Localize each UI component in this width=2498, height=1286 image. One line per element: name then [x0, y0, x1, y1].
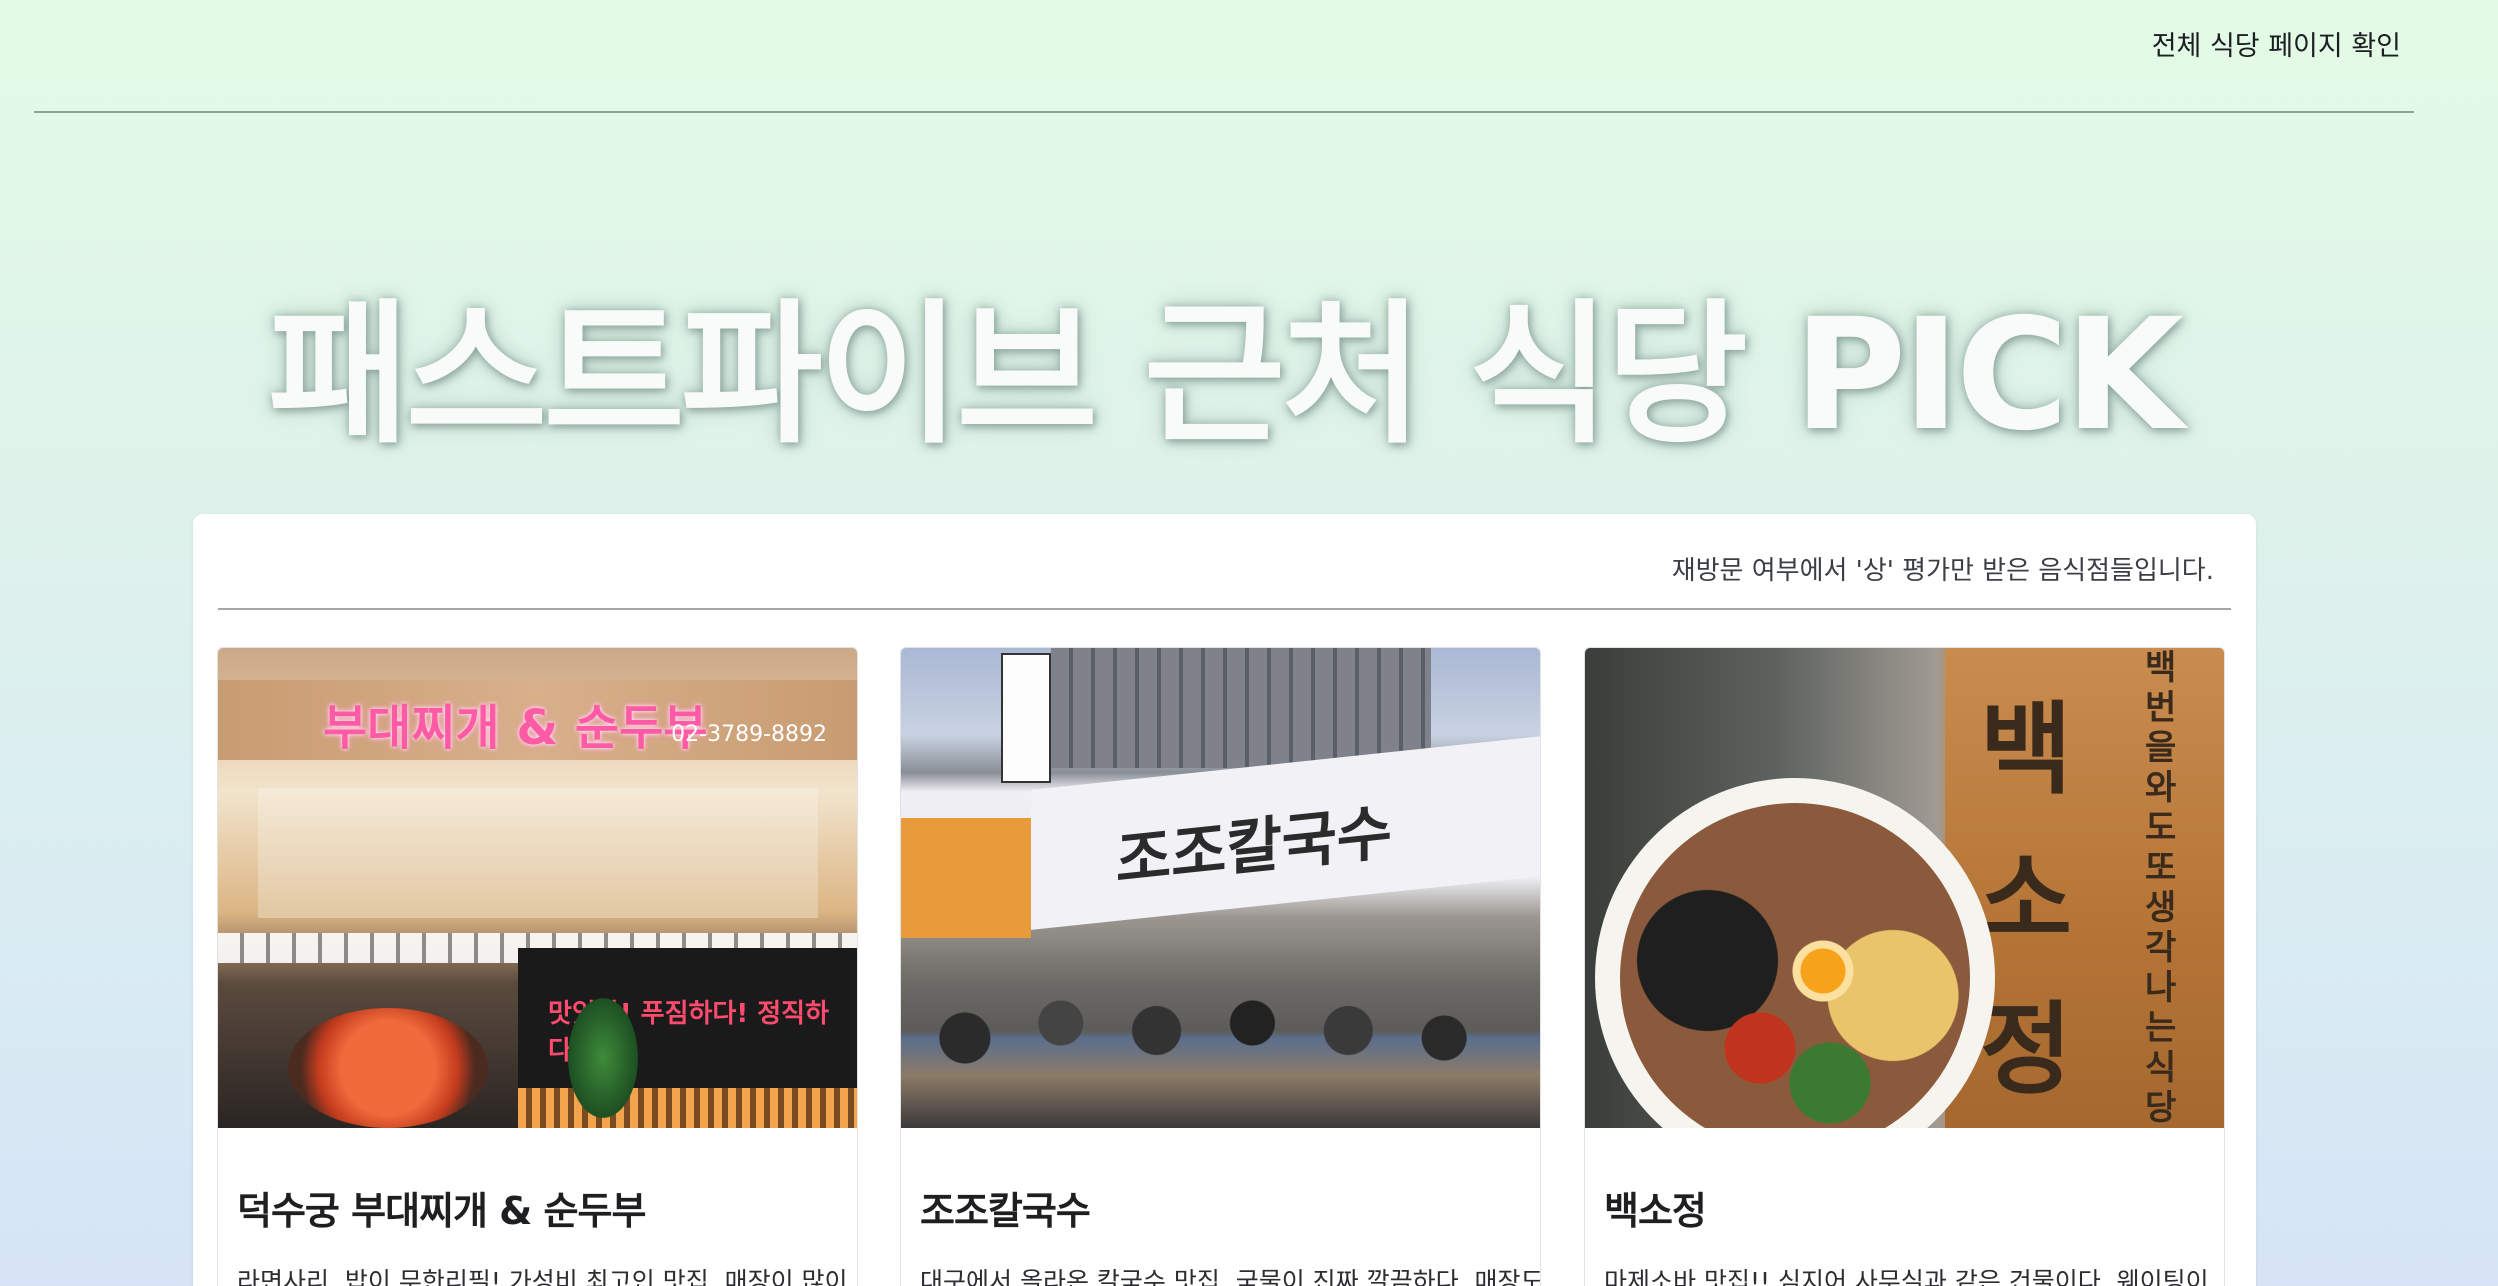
top-navigation: 전체 식당 페이지 확인 — [34, 0, 2414, 113]
all-restaurants-link[interactable]: 전체 식당 페이지 확인 — [2152, 24, 2401, 63]
restaurant-photo: 부대찌개 & 순두부 02-3789-8892 맛있다! 푸짐하다! 정직하다! — [218, 648, 857, 1128]
photo-shelf — [258, 788, 818, 918]
photo-sign-text: 부대찌개 & 순두부 — [323, 700, 708, 756]
photo-plant — [568, 998, 638, 1118]
hero-title: 패스트파이브 근처 식당 PICK — [267, 286, 2184, 465]
restaurant-panel: 재방문 여부에서 '상' 평가만 받은 음식점들입니다. 부대찌개 & 순두부 … — [193, 514, 2256, 1286]
restaurant-photo: 백 소 정 백번을와도또생각나는식당 — [1585, 648, 2224, 1128]
restaurant-card-baeksojeong[interactable]: 백 소 정 백번을와도또생각나는식당 백소정 마제소바 맛집!! 심지어 사무실… — [1584, 647, 2225, 1286]
photo-sign-tower — [1001, 653, 1051, 783]
photo-phone-text: 02-3789-8892 — [671, 722, 827, 747]
card-description: 대구에서 올라온 칼국수 맛집. 국물이 진짜 깔끔하다. 매장도 — [920, 1267, 1540, 1286]
panel-subtitle: 재방문 여부에서 '상' 평가만 받은 음식점들입니다. — [1671, 556, 2214, 586]
restaurant-card-deoksugung[interactable]: 부대찌개 & 순두부 02-3789-8892 맛있다! 푸짐하다! 정직하다!… — [217, 647, 858, 1286]
panel-divider — [218, 608, 2231, 610]
photo-stew-pot — [288, 1008, 488, 1128]
photo-queue — [901, 978, 1540, 1128]
restaurant-card-jojo-kalguksu[interactable]: 조조칼국수 조조칼국수 대구에서 올라온 칼국수 맛집. 국물이 진짜 깔끔하다… — [900, 647, 1541, 1286]
photo-sign-char-1: 백 — [1980, 690, 2072, 808]
restaurant-photo: 조조칼국수 — [901, 648, 1540, 1128]
photo-vertical-text: 백번을와도또생각나는식당 — [2145, 648, 2177, 1128]
card-description: 라면사리, 밥이 무한리필! 가성비 최고인 맛집. 매장이 많이 — [237, 1267, 848, 1286]
photo-building — [1051, 648, 1431, 768]
photo-left-sign — [901, 818, 1031, 938]
card-description: 마제소바 맛집!! 심지어 사무실과 같은 건물이다. 웨이팅이 — [1604, 1267, 2209, 1286]
card-title: 조조칼국수 — [920, 1189, 1091, 1233]
card-title: 백소정 — [1604, 1189, 1707, 1233]
card-title: 덕수궁 부대찌개 & 순두부 — [237, 1189, 646, 1233]
photo-sign-char-2: 소 — [1980, 840, 2072, 958]
